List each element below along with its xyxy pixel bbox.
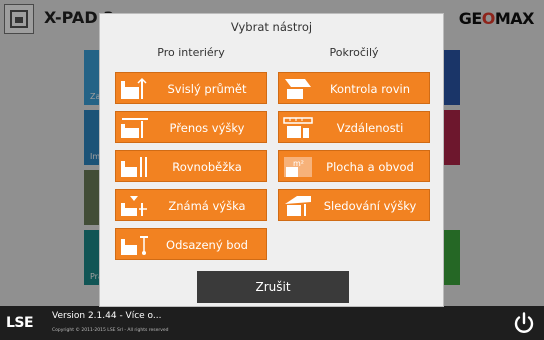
area-perimeter-icon: m² <box>283 155 313 179</box>
cancel-button[interactable]: Zrušit <box>197 271 349 303</box>
tool-label: Sledování výšky <box>323 199 417 213</box>
tool-label: Známá výška <box>168 199 246 213</box>
parallel-icon <box>120 155 150 179</box>
status-bar: LSE Version 2.1.44 - Více o... Copyright… <box>0 306 544 340</box>
tool-vertical-projection[interactable]: Svislý průmět <box>115 72 267 104</box>
tool-offset-point[interactable]: Odsazený bod <box>115 228 267 260</box>
tool-label: Kontrola rovin <box>329 82 410 96</box>
tool-label: Svislý průmět <box>167 82 247 96</box>
svg-text:m²: m² <box>293 159 304 168</box>
distances-icon <box>283 116 313 140</box>
tool-distances[interactable]: Vzdálenosti <box>278 111 430 143</box>
tool-label: Odsazený bod <box>166 238 248 252</box>
vertical-projection-icon <box>120 77 150 101</box>
tool-height-transfer[interactable]: Přenos výšky <box>115 111 267 143</box>
tool-label: Rovnoběžka <box>172 160 242 174</box>
column-header-interiors: Pro interiéry <box>157 46 225 59</box>
tool-label: Vzdálenosti <box>336 121 404 135</box>
height-transfer-icon <box>120 116 150 140</box>
tool-area-perimeter[interactable]: m² Plocha a obvod <box>278 150 430 182</box>
lse-logo: LSE <box>6 315 34 331</box>
known-height-icon <box>120 194 150 218</box>
power-icon[interactable] <box>512 311 536 335</box>
offset-point-icon <box>120 233 150 257</box>
tool-label: Plocha a obvod <box>326 160 414 174</box>
copyright-text: Copyright © 2011-2015 LSE Srl - All righ… <box>52 328 169 333</box>
column-header-advanced: Pokročilý <box>329 46 379 59</box>
select-tool-dialog: Vybrat nástroj Pro interiéry Pokročilý S… <box>99 13 444 307</box>
tool-label: Přenos výšky <box>169 121 245 135</box>
tool-height-tracking[interactable]: Sledování výšky <box>278 189 430 221</box>
tool-parallel[interactable]: Rovnoběžka <box>115 150 267 182</box>
dialog-title: Vybrat nástroj <box>230 20 313 34</box>
tool-plane-check[interactable]: Kontrola rovin <box>278 72 430 104</box>
tool-known-height[interactable]: Známá výška <box>115 189 267 221</box>
height-tracking-icon <box>283 194 313 218</box>
plane-check-icon <box>283 77 313 101</box>
version-text[interactable]: Version 2.1.44 - Více o... <box>52 311 162 321</box>
